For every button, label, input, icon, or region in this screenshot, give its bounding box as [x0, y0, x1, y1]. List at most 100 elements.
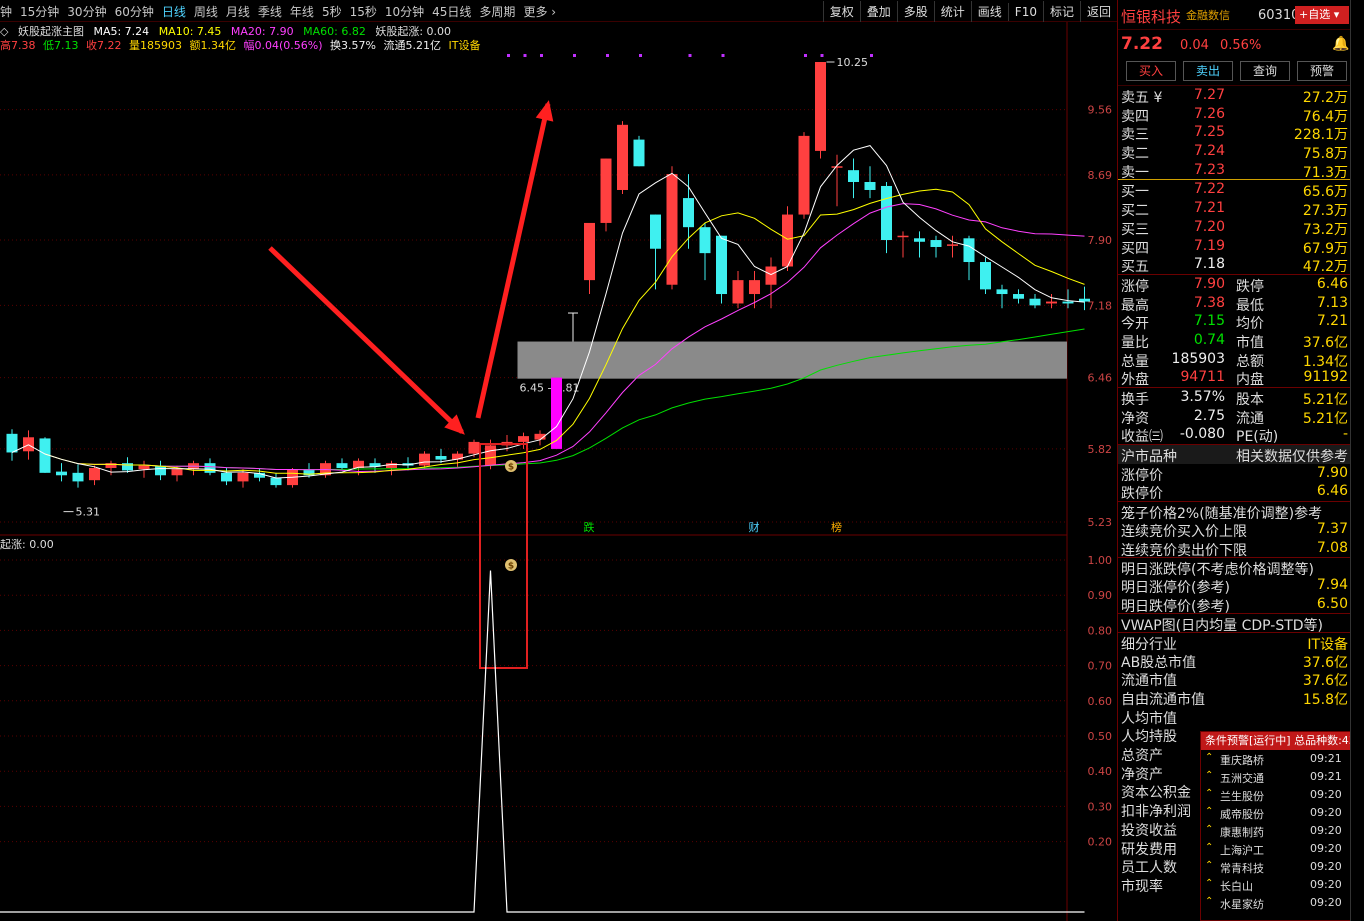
- candle-body: [650, 214, 661, 249]
- alert-up-icon: ⌃: [1205, 878, 1214, 889]
- quote-row: 买五 7.18 47.2万: [1118, 255, 1350, 275]
- alert-stock-name: 水星家纺: [1220, 898, 1264, 911]
- signal-dot: [870, 54, 873, 57]
- candle-body: [963, 238, 975, 263]
- candle-body: [1029, 298, 1041, 306]
- candle-body: [336, 463, 348, 468]
- row-value: 7.22: [1193, 181, 1225, 198]
- alert-item[interactable]: ⌃康惠制药09:201: [1201, 822, 1363, 840]
- candle: [1029, 294, 1041, 309]
- candle-body: [749, 280, 760, 295]
- bell-icon[interactable]: 🔔: [1332, 36, 1349, 52]
- info-value: 7.94: [1316, 576, 1348, 593]
- candle-body: [485, 445, 496, 466]
- stat-row: 外盘 94711 内盘 91192: [1118, 368, 1350, 388]
- candle-body: [600, 158, 612, 223]
- alert-item[interactable]: ⌃威帝股份09:204.: [1201, 804, 1364, 822]
- sub-tick-label: 0.60: [1088, 695, 1113, 708]
- industry-row[interactable]: 细分行业 IT设备: [1118, 631, 1350, 653]
- candle: [1013, 289, 1024, 304]
- candle-body: [897, 235, 909, 238]
- trade-button[interactable]: 买入: [1126, 61, 1176, 81]
- info-row[interactable]: 明日跌停价(参考) 6.50: [1118, 595, 1350, 615]
- info-row[interactable]: AB股总市值 37.6亿: [1118, 651, 1350, 671]
- trade-buttons: 买入 卖出 查询 预警: [1118, 58, 1350, 86]
- kline-chart[interactable]: 9.56 8.69 7.90 7.18 6.46 5.82 5.23 1.00 0.90 0.80…: [0, 0, 1117, 921]
- alert-item[interactable]: ⌃水星家纺09:201: [1201, 894, 1363, 912]
- tomorrow-title[interactable]: 明日涨跌停(不考虑价格调整等): [1118, 557, 1350, 578]
- row-value: 7.25: [1193, 124, 1225, 141]
- event-tag: 榜: [831, 520, 842, 534]
- candle-body: [633, 139, 645, 167]
- candle-body: [386, 463, 397, 468]
- candle-body: [864, 181, 876, 190]
- info-value: 7.90: [1316, 464, 1348, 481]
- sub-tick-label: 0.40: [1088, 765, 1113, 778]
- bag-symbol: $: [508, 562, 514, 572]
- info-row[interactable]: 涨停价 7.90: [1118, 464, 1350, 484]
- candle-body: [765, 266, 777, 285]
- signal-dot: [606, 54, 609, 57]
- finance-tag[interactable]: 金融数信: [1186, 7, 1230, 23]
- quote-row: 买三 7.20 73.2万: [1118, 218, 1350, 238]
- candle-body: [72, 472, 84, 482]
- price-tick-label: 7.90: [1088, 234, 1113, 247]
- stat-value: 7.15: [1193, 313, 1225, 330]
- alert-stock-name: 威帝股份: [1220, 808, 1264, 821]
- trade-button[interactable]: 卖出: [1183, 61, 1233, 81]
- candle-body: [89, 467, 100, 481]
- info-row[interactable]: 连续竞价卖出价下限 7.08: [1118, 539, 1350, 559]
- row-label: 卖一: [1121, 164, 1149, 181]
- candle: [534, 430, 546, 446]
- signal-dot: [507, 54, 510, 57]
- alert-title[interactable]: 条件预警[运行中] 总品种数:43: [1201, 732, 1363, 750]
- signal-dot: [523, 54, 527, 57]
- info-value: 6.50: [1316, 595, 1348, 612]
- info-row[interactable]: 流通市值 37.6亿: [1118, 669, 1350, 689]
- cage-title[interactable]: 笼子价格2%(随基准价调整)参考: [1118, 501, 1350, 522]
- alert-item[interactable]: ⌃兰生股份09:201: [1201, 786, 1363, 804]
- candle-body: [881, 185, 892, 241]
- candle: [617, 121, 628, 195]
- stock-name[interactable]: 恒银科技: [1121, 6, 1181, 27]
- info-row[interactable]: 人均市值: [1118, 707, 1350, 727]
- info-row[interactable]: 连续竞价买入价上限 7.37: [1118, 520, 1350, 540]
- alert-time: 09:21: [1310, 770, 1342, 783]
- candle-body: [6, 433, 18, 453]
- candle-body: [617, 124, 628, 190]
- stat-value: 7.21: [1316, 313, 1348, 330]
- ma10-line: [44, 188, 1085, 475]
- row-value: 7.21: [1193, 200, 1225, 217]
- vwap-link[interactable]: VWAP图(日内均量 CDP-STD等): [1118, 613, 1350, 634]
- alert-item[interactable]: ⌃常青科技09:202: [1201, 858, 1363, 876]
- sub-tick-label: 0.90: [1088, 589, 1113, 602]
- stat-row: 今开 7.15 均价 7.21: [1118, 312, 1350, 332]
- alert-item[interactable]: ⌃上海沪工09:201: [1201, 840, 1363, 858]
- stat-value: 7.13: [1316, 294, 1348, 311]
- candle: [980, 257, 991, 295]
- info-row[interactable]: 跌停价 6.46: [1118, 482, 1350, 502]
- candle-body: [171, 469, 183, 476]
- candle-body: [419, 453, 430, 466]
- alert-up-icon: ⌃: [1205, 842, 1214, 853]
- row-value: 7.24: [1193, 143, 1225, 160]
- alert-up-icon: ⌃: [1205, 806, 1214, 817]
- signal-dot: [820, 54, 824, 57]
- stat-value: -: [1342, 426, 1348, 443]
- trade-button[interactable]: 预警: [1297, 61, 1347, 81]
- quote-row: 卖三 7.25 228.1万: [1118, 123, 1350, 143]
- candle: [568, 312, 578, 342]
- info-row[interactable]: 明日涨停价(参考) 7.94: [1118, 576, 1350, 596]
- alert-item[interactable]: ⌃五洲交通09:213.: [1201, 768, 1364, 786]
- high-label: 10.25: [837, 56, 869, 69]
- ma5-line: [11, 145, 1085, 479]
- candle-body: [699, 227, 711, 254]
- trade-button[interactable]: 查询: [1240, 61, 1290, 81]
- candle-body: [56, 471, 67, 476]
- candle-body: [221, 472, 232, 482]
- add-favorite-button[interactable]: +自选 ▾: [1295, 6, 1349, 24]
- stat-row: 涨停 7.90 跌停 6.46: [1118, 275, 1350, 295]
- alert-item[interactable]: ⌃长白山09:201: [1201, 876, 1363, 894]
- info-row[interactable]: 自由流通市值 15.8亿: [1118, 688, 1350, 708]
- alert-item[interactable]: ⌃重庆路桥09:214.: [1201, 750, 1364, 768]
